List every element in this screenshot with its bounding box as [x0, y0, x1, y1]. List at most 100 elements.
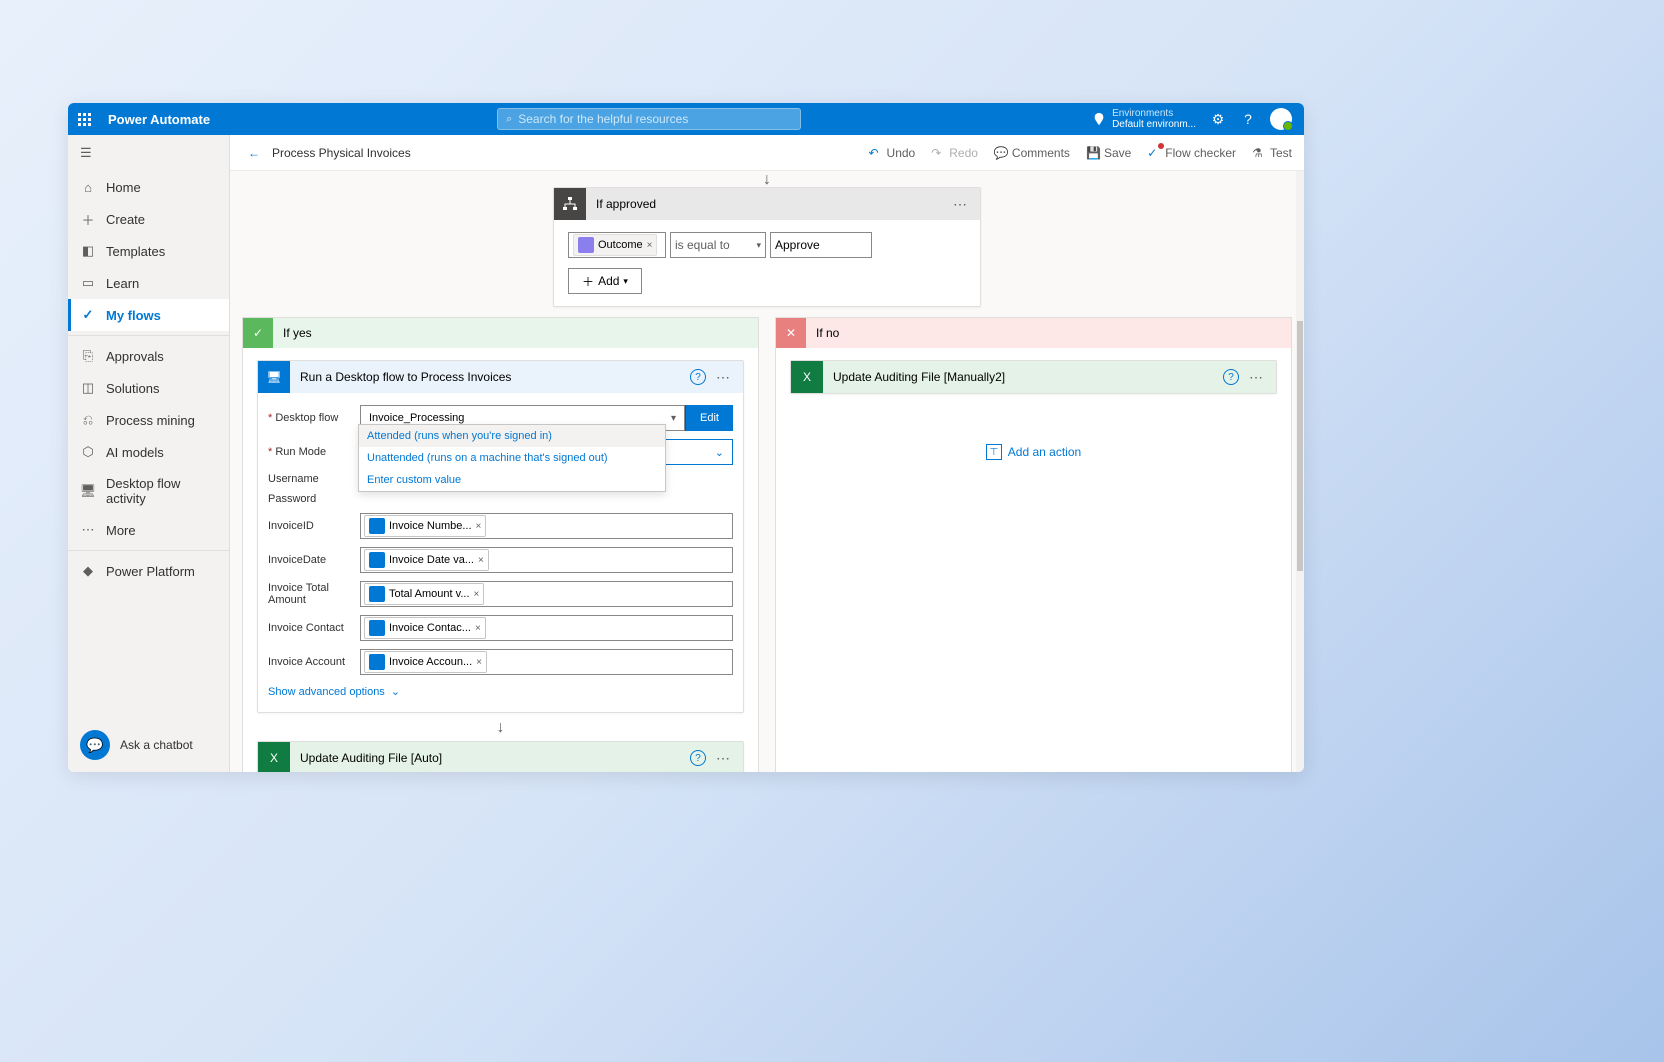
plus-icon: ＋	[582, 273, 594, 290]
remove-token-icon[interactable]: ×	[476, 521, 482, 532]
remove-token-icon[interactable]: ×	[647, 240, 653, 251]
settings-icon[interactable]: ⚙	[1210, 111, 1226, 127]
condition-icon	[554, 188, 586, 220]
add-condition-button[interactable]: ＋ Add ▾	[568, 268, 642, 294]
help-icon[interactable]: ?	[1223, 369, 1239, 385]
remove-token-icon[interactable]: ×	[478, 555, 484, 566]
flow-icon: ✓	[80, 307, 96, 323]
ai-icon: ⬡	[80, 444, 96, 460]
remove-token-icon[interactable]: ×	[476, 657, 482, 668]
arrow-down-icon: ↓	[242, 171, 1292, 187]
add-action-button[interactable]: ⊤ Add an action	[790, 394, 1277, 510]
comments-button[interactable]: 💬Comments	[994, 146, 1070, 160]
card-menu-button[interactable]: ⋯	[712, 750, 735, 767]
approvals-icon: ⎘	[80, 348, 96, 364]
sidebar-item-create[interactable]: ＋Create	[68, 203, 229, 235]
condition-title: If approved	[586, 197, 949, 211]
sidebar-item-approvals[interactable]: ⎘Approvals	[68, 340, 229, 372]
sidebar-item-solutions[interactable]: ◫Solutions	[68, 372, 229, 404]
dynamic-content-icon	[369, 654, 385, 670]
remove-token-icon[interactable]: ×	[474, 589, 480, 600]
excel-manual-action-card[interactable]: X Update Auditing File [Manually2] ? ⋯	[790, 360, 1277, 394]
condition-right-operand[interactable]: Approve	[770, 232, 872, 258]
back-button[interactable]: ←	[242, 141, 266, 165]
dynamic-content-icon	[369, 586, 385, 602]
sidebar-item-templates[interactable]: ◧Templates	[68, 235, 229, 267]
app-title: Power Automate	[100, 112, 218, 127]
sidebar-item-processmining[interactable]: ⎌Process mining	[68, 404, 229, 436]
undo-button[interactable]: ↶Undo	[869, 146, 916, 160]
more-icon: ⋯	[80, 522, 96, 538]
action-title: Run a Desktop flow to Process Invoices	[290, 370, 690, 384]
vertical-scrollbar[interactable]	[1296, 171, 1304, 772]
help-icon[interactable]: ?	[1240, 111, 1256, 127]
invoice-total-input[interactable]: Total Amount v...×	[360, 581, 733, 607]
flow-checker-button[interactable]: ✓Flow checker	[1147, 146, 1236, 160]
hamburger-icon[interactable]: ☰	[68, 135, 229, 171]
help-icon[interactable]: ?	[690, 369, 706, 385]
card-menu-button[interactable]: ⋯	[712, 369, 735, 386]
sidebar-item-aimodels[interactable]: ⬡AI models	[68, 436, 229, 468]
invoice-date-input[interactable]: Invoice Date va...×	[360, 547, 733, 573]
sidebar-item-more[interactable]: ⋯More	[68, 514, 229, 546]
templates-icon: ◧	[80, 243, 96, 259]
dynamic-content-icon	[369, 518, 385, 534]
command-bar: ← Process Physical Invoices ↶Undo ↷Redo …	[230, 135, 1304, 171]
app-launcher-icon[interactable]	[68, 113, 100, 126]
dropdown-option-custom[interactable]: Enter custom value	[359, 469, 665, 491]
card-menu-button[interactable]: ⋯	[1245, 369, 1268, 386]
help-icon[interactable]: ?	[690, 750, 706, 766]
search-input[interactable]	[518, 112, 792, 126]
excel-icon: X	[258, 742, 290, 772]
sidebar-item-learn[interactable]: ▭Learn	[68, 267, 229, 299]
invoice-account-input[interactable]: Invoice Accoun...×	[360, 649, 733, 675]
condition-operator[interactable]: is equal to ▾	[670, 232, 766, 258]
sidebar-item-desktopactivity[interactable]: 🖥Desktop flow activity	[68, 468, 229, 514]
desktop-icon: 🖥	[80, 483, 96, 499]
undo-icon: ↶	[869, 146, 883, 160]
sidebar-item-home[interactable]: ⌂Home	[68, 171, 229, 203]
dropdown-option-attended[interactable]: Attended (runs when you're signed in)	[359, 425, 665, 447]
chevron-down-icon: ▾	[623, 276, 628, 287]
remove-token-icon[interactable]: ×	[475, 623, 481, 634]
chevron-down-icon: ⌄	[391, 685, 400, 698]
desktop-flow-action-card[interactable]: 🖥 Run a Desktop flow to Process Invoices…	[257, 360, 744, 713]
comment-icon: 💬	[994, 146, 1008, 160]
invoice-id-input[interactable]: Invoice Numbe...×	[360, 513, 733, 539]
condition-left-operand[interactable]: Outcome ×	[568, 232, 666, 258]
profile-avatar[interactable]	[1270, 108, 1292, 130]
condition-card[interactable]: If approved ⋯ Outcome ×	[553, 187, 981, 307]
excel-icon: X	[791, 361, 823, 393]
dynamic-content-icon	[369, 552, 385, 568]
sidebar-item-powerplatform[interactable]: ◆Power Platform	[68, 555, 229, 587]
redo-button[interactable]: ↷Redo	[931, 146, 978, 160]
chevron-down-icon: ⌄	[715, 446, 724, 459]
arrow-down-icon: ↓	[257, 713, 744, 741]
save-button[interactable]: 💾Save	[1086, 146, 1131, 160]
search-box[interactable]: ⌕	[497, 108, 801, 130]
if-yes-branch: ✓ If yes 🖥 Run a Desktop flow to Process…	[242, 317, 759, 772]
cross-icon: ✕	[776, 318, 806, 348]
test-button[interactable]: ⚗Test	[1252, 146, 1292, 160]
excel-auto-action-card[interactable]: X Update Auditing File [Auto] ? ⋯	[257, 741, 744, 772]
powerplatform-icon: ◆	[80, 563, 96, 579]
book-icon: ▭	[80, 275, 96, 291]
edit-button[interactable]: Edit	[685, 405, 733, 431]
card-menu-button[interactable]: ⋯	[949, 196, 972, 213]
flow-canvas[interactable]: ↓ If approved ⋯	[230, 171, 1304, 772]
show-advanced-button[interactable]: Show advanced options ⌄	[258, 679, 743, 704]
dropdown-option-unattended[interactable]: Unattended (runs on a machine that's sig…	[359, 447, 665, 469]
dynamic-content-icon	[369, 620, 385, 636]
chatbot-button[interactable]: 💬 Ask a chatbot	[68, 718, 229, 772]
environment-picker[interactable]: Environments Default environm...	[1092, 108, 1196, 130]
search-icon: ⌕	[506, 113, 512, 126]
plus-icon: ＋	[80, 211, 96, 227]
check-icon: ✓	[243, 318, 273, 348]
mining-icon: ⎌	[80, 412, 96, 428]
approval-icon	[578, 237, 594, 253]
content-area: ← Process Physical Invoices ↶Undo ↷Redo …	[230, 135, 1304, 772]
outcome-token[interactable]: Outcome ×	[573, 234, 657, 256]
chat-icon: 💬	[80, 730, 110, 760]
sidebar-item-myflows[interactable]: ✓My flows	[68, 299, 229, 331]
invoice-contact-input[interactable]: Invoice Contac...×	[360, 615, 733, 641]
